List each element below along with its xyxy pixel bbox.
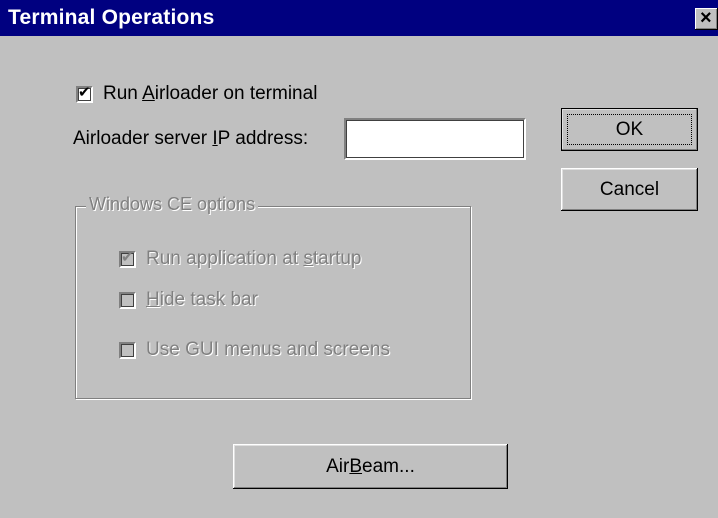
use-gui-option: Use GUI menus and screens [119, 339, 390, 361]
checkmark-icon: ✔ [78, 83, 91, 101]
close-button[interactable]: × [695, 8, 718, 30]
use-gui-label: Use GUI menus and screens [146, 339, 390, 360]
run-airloader-label: Run Airloader on terminal [103, 83, 318, 104]
checkmark-icon: ✔ [121, 248, 134, 266]
title-bar[interactable]: Terminal Operations × [0, 0, 718, 36]
close-icon: × [700, 8, 712, 29]
ip-address-label: Airloader server IP address: [73, 128, 309, 149]
use-gui-checkbox [119, 341, 136, 359]
ip-address-input[interactable] [344, 118, 526, 160]
window-title: Terminal Operations [8, 6, 215, 29]
run-at-startup-label: Run application at startup [146, 248, 362, 269]
terminal-operations-dialog: Terminal Operations × ✔ Run Airloader on… [0, 0, 718, 518]
hide-task-bar-label: Hide task bar [146, 289, 258, 310]
run-at-startup-option: ✔ Run application at startup [119, 248, 361, 270]
hide-task-bar-option: Hide task bar [119, 289, 258, 311]
cancel-button[interactable]: Cancel [561, 168, 698, 211]
run-at-startup-checkbox: ✔ [119, 248, 136, 268]
run-airloader-option[interactable]: ✔ Run Airloader on terminal [76, 83, 317, 105]
windows-ce-options-legend: Windows CE options [86, 193, 259, 215]
airbeam-button[interactable]: AirBeam... [233, 444, 508, 489]
run-airloader-checkbox[interactable]: ✔ [76, 83, 93, 103]
ok-button[interactable]: OK [561, 108, 698, 151]
hide-task-bar-checkbox [119, 291, 136, 309]
